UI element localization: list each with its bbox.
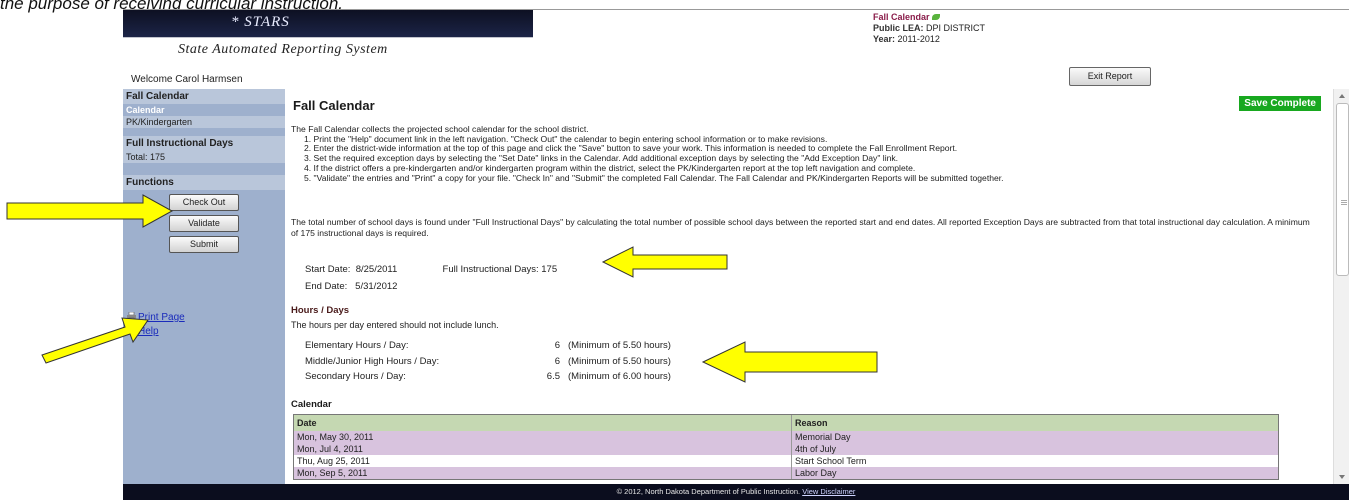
hours-value: 6	[554, 340, 560, 351]
lea-value: DPI DISTRICT	[926, 23, 986, 33]
report-title: Fall Calendar	[873, 12, 930, 22]
validate-button[interactable]: Validate	[169, 215, 239, 232]
scroll-down-arrow-icon[interactable]	[1339, 475, 1345, 479]
column-header-reason: Reason	[795, 418, 828, 428]
status-badge: Save Complete	[1239, 96, 1321, 111]
sidebar-section-instructional-days: Full Instructional Days	[123, 136, 285, 151]
reason-cell: Start School Term	[795, 456, 867, 466]
start-date-value: 8/25/2011	[355, 264, 398, 275]
scroll-thumb[interactable]	[1336, 103, 1349, 276]
reason-cell: Memorial Day	[795, 432, 851, 442]
end-date-label: End Date:	[305, 281, 348, 292]
calendar-table: Date Reason Mon, May 30, 2011 Memorial D…	[293, 414, 1279, 480]
grip-icon	[1341, 200, 1347, 201]
sidebar-section-fall-calendar: Fall Calendar	[123, 89, 285, 104]
hours-days-heading: Hours / Days	[291, 305, 350, 316]
term-dates: Start Date: 8/25/2011 Full Instructional…	[305, 261, 557, 295]
hours-label: Elementary Hours / Day:	[305, 340, 409, 351]
leaf-icon	[931, 14, 940, 20]
instructions: The Fall Calendar collects the projected…	[291, 124, 1321, 184]
stars-app-window: * STARS State Automated Reporting System…	[123, 10, 1349, 500]
system-name: State Automated Reporting System	[178, 42, 388, 57]
annotation-arrow-left-large-icon	[701, 341, 878, 383]
days-explanation: The total number of school days is found…	[291, 217, 1310, 238]
start-date-label: Start Date:	[305, 264, 351, 275]
year-value: 2011-2012	[897, 34, 940, 44]
table-row[interactable]: Mon, Sep 5, 2011 Labor Day	[294, 467, 1278, 479]
column-header-date: Date	[294, 415, 792, 431]
hours-minimum: (Minimum of 5.50 hours)	[568, 340, 671, 351]
full-instructional-days: Full Instructional Days: 175	[442, 264, 558, 275]
hours-minimum: (Minimum of 5.50 hours)	[568, 355, 671, 367]
reason-cell: 4th of July	[795, 444, 837, 454]
sidebar-section-functions: Functions	[123, 175, 285, 190]
stars-logo-text: * STARS	[231, 14, 290, 30]
table-header: Date Reason	[294, 415, 1278, 431]
date-cell: Thu, Aug 25, 2011	[294, 455, 792, 467]
instruction-steps: 1. Print the "Help" document link in the…	[291, 134, 1321, 184]
scroll-up-arrow-icon[interactable]	[1339, 94, 1345, 98]
lea-label: Public LEA:	[873, 23, 924, 33]
footer: © 2012, North Dakota Department of Publi…	[123, 484, 1349, 500]
report-info: Fall Calendar Public LEA: DPI DISTRICT Y…	[873, 12, 985, 45]
calendar-heading: Calendar	[291, 399, 332, 410]
sidebar-item-calendar[interactable]: Calendar	[123, 104, 285, 116]
hours-label: Middle/Junior High Hours / Day:	[305, 355, 440, 367]
instructional-days-total: Total: 175	[123, 151, 285, 163]
page-title: Fall Calendar	[293, 98, 375, 113]
date-cell: Mon, May 30, 2011	[294, 431, 792, 443]
hours-list: Elementary Hours / Day: 6 (Minimum of 5.50…	[305, 338, 671, 385]
hours-minimum: (Minimum of 6.00 hours)	[568, 371, 671, 382]
submit-button[interactable]: Submit	[169, 236, 239, 253]
end-date-value: 5/31/2012	[355, 281, 398, 292]
hours-row-elementary: Elementary Hours / Day: 6 (Minimum of 5.50…	[305, 338, 671, 354]
annotation-arrow-right-icon	[6, 194, 174, 228]
left-navigation: Fall Calendar Calendar PK/Kindergarten F…	[123, 89, 285, 484]
hours-note: The hours per day entered should not inc…	[291, 320, 499, 330]
list-item: 5. "Validate" the entries and "Print" a …	[304, 172, 1004, 183]
table-row[interactable]: Mon, May 30, 2011 Memorial Day	[294, 431, 1278, 443]
hours-row-secondary: Secondary Hours / Day: 6.5 (Minimum of 6.0…	[305, 369, 671, 385]
hours-value: 6	[554, 355, 560, 367]
hours-label: Secondary Hours / Day:	[305, 371, 406, 382]
annotation-arrow-left-icon	[601, 246, 728, 278]
date-cell: Mon, Jul 4, 2011	[294, 443, 792, 455]
footer-copyright: © 2012, North Dakota Department of Publi…	[616, 487, 801, 496]
main-content: Fall Calendar Save Complete The Fall Cal…	[285, 89, 1333, 484]
table-row[interactable]: Thu, Aug 25, 2011 Start School Term	[294, 455, 1278, 467]
welcome-text: Welcome Carol Harmsen	[131, 74, 243, 85]
check-out-button[interactable]: Check Out	[169, 194, 239, 211]
sidebar-item-pk-kindergarten[interactable]: PK/Kindergarten	[123, 116, 285, 128]
date-cell: Mon, Sep 5, 2011	[294, 467, 792, 479]
hours-row-middle: Middle/Junior High Hours / Day: 6 (Minimum…	[305, 354, 671, 370]
vertical-scrollbar[interactable]	[1333, 89, 1349, 484]
annotation-arrow-diagonal-icon	[41, 317, 149, 364]
reason-cell: Labor Day	[795, 468, 837, 478]
table-row[interactable]: Mon, Jul 4, 2011 4th of July	[294, 443, 1278, 455]
stars-banner: * STARS State Automated Reporting System	[123, 10, 533, 64]
year-label: Year:	[873, 34, 896, 44]
view-disclaimer-link[interactable]: View Disclaimer	[802, 487, 855, 496]
exit-report-button[interactable]: Exit Report	[1069, 67, 1151, 86]
hours-value: 6.5	[546, 371, 560, 382]
